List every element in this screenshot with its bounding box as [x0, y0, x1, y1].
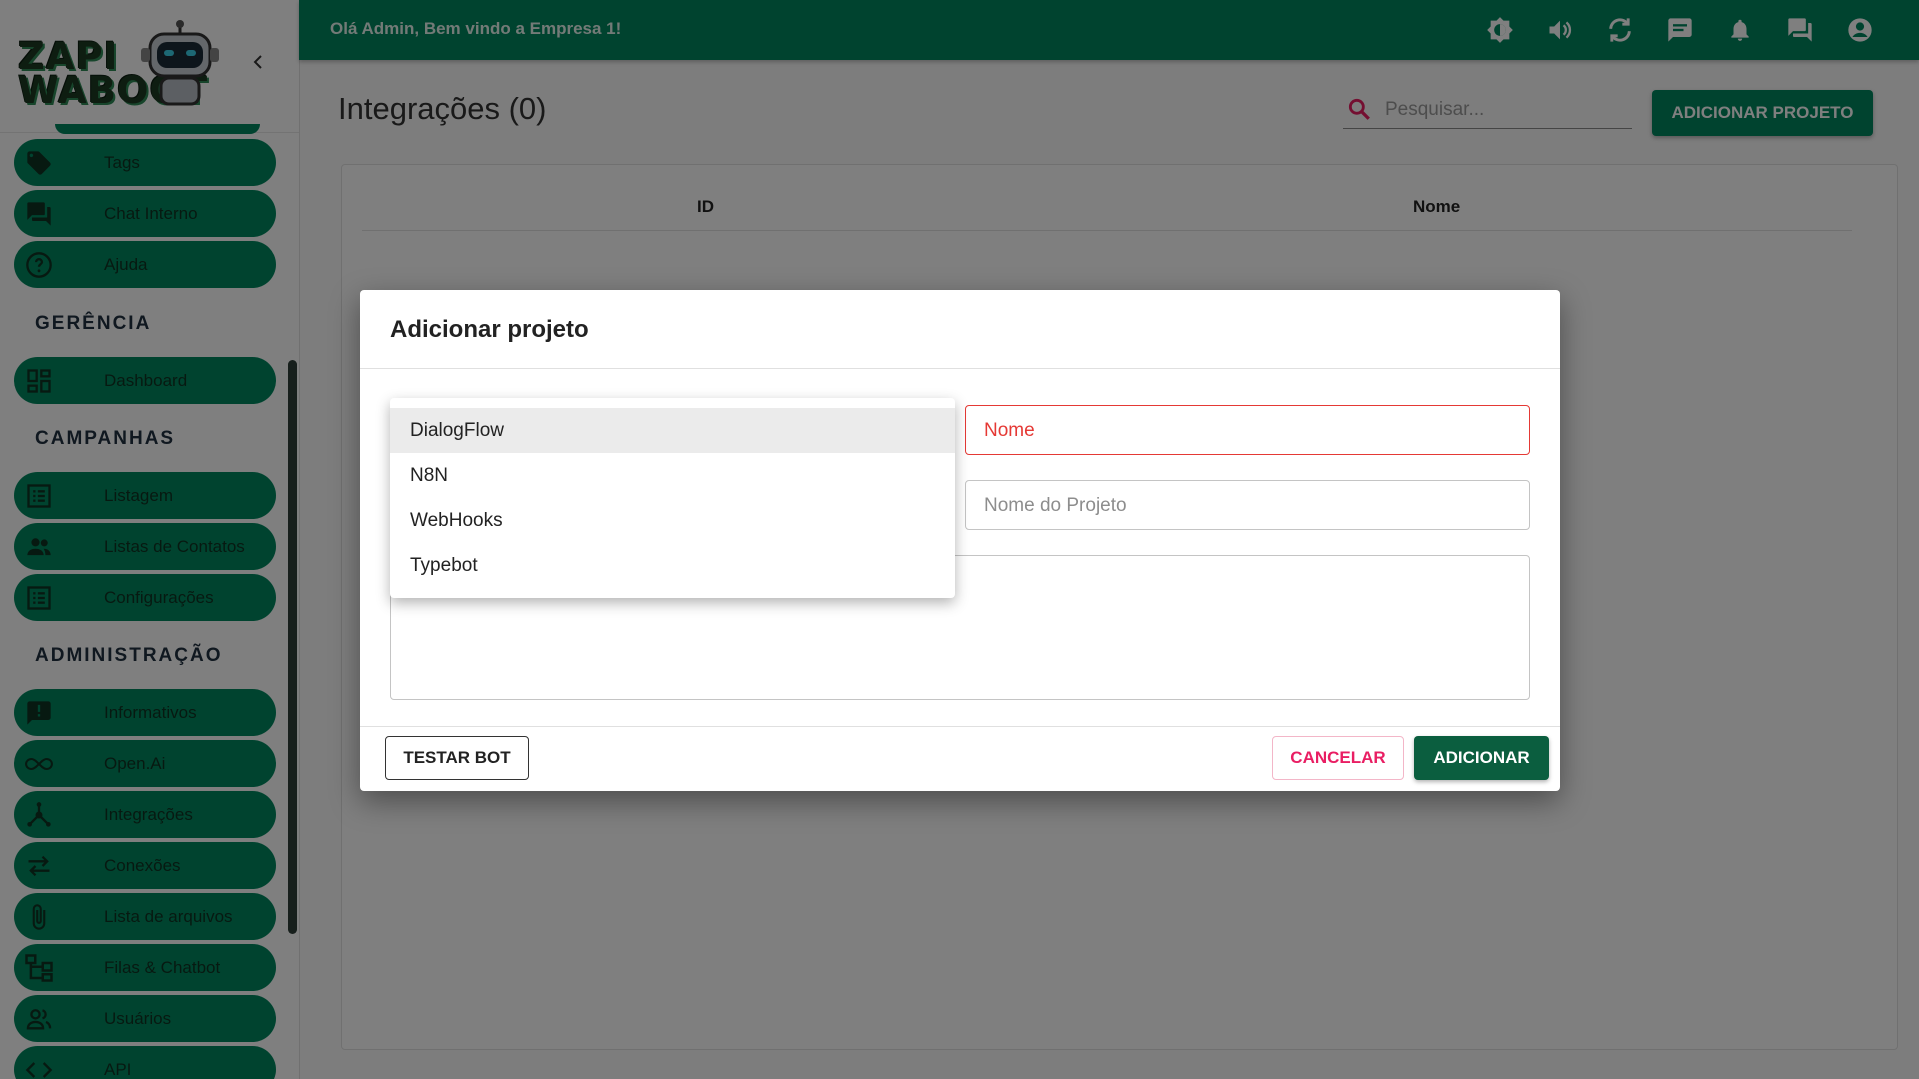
- option-webhooks[interactable]: WebHooks: [390, 498, 955, 543]
- name-input[interactable]: [982, 419, 1516, 443]
- name-field[interactable]: [965, 405, 1530, 455]
- option-typebot[interactable]: Typebot: [390, 543, 955, 588]
- dialog-divider: [360, 368, 1560, 369]
- project-name-field[interactable]: [965, 480, 1530, 530]
- add-button[interactable]: ADICIONAR: [1414, 736, 1549, 780]
- option-label: N8N: [410, 465, 449, 486]
- option-label: Typebot: [410, 555, 478, 576]
- add-project-dialog: Adicionar projeto DialogFlow N8N WebHook…: [360, 290, 1560, 791]
- dialog-divider: [360, 726, 1560, 727]
- project-name-input[interactable]: [982, 494, 1516, 518]
- option-label: WebHooks: [410, 510, 503, 531]
- option-dialogflow[interactable]: DialogFlow: [390, 408, 955, 453]
- test-bot-button[interactable]: TESTAR BOT: [385, 736, 529, 780]
- option-label: DialogFlow: [410, 420, 504, 441]
- type-dropdown-menu: DialogFlow N8N WebHooks Typebot: [390, 398, 955, 598]
- cancel-button[interactable]: CANCELAR: [1272, 736, 1404, 780]
- option-n8n[interactable]: N8N: [390, 453, 955, 498]
- dialog-title: Adicionar projeto: [390, 316, 589, 343]
